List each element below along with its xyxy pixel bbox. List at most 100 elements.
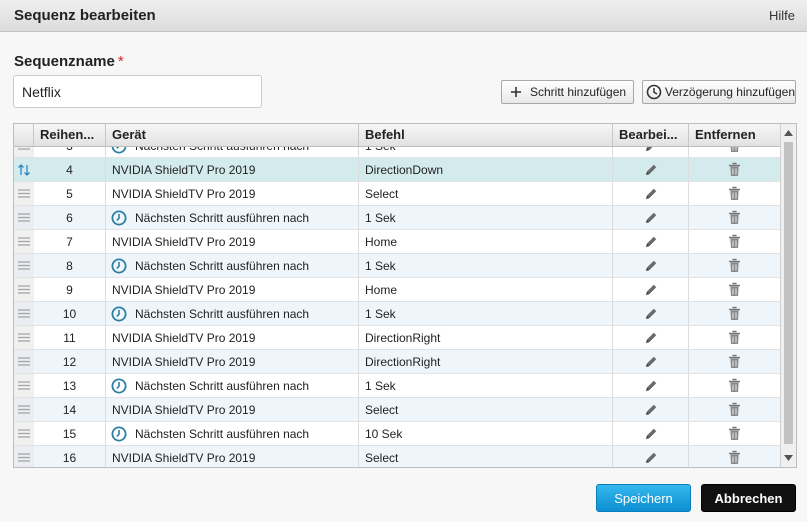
row-device: NVIDIA ShieldTV Pro 2019 xyxy=(106,350,359,373)
trash-icon[interactable] xyxy=(689,206,780,229)
column-header-command[interactable]: Befehl xyxy=(359,124,613,146)
edit-icon[interactable] xyxy=(613,182,689,205)
clock-icon xyxy=(111,426,127,442)
row-device: NVIDIA ShieldTV Pro 2019 xyxy=(106,326,359,349)
table-row[interactable]: 10 Nächsten Schritt ausführen nach 1 Sek xyxy=(14,302,780,326)
clock-icon xyxy=(111,378,127,394)
table-row[interactable]: 7 NVIDIA ShieldTV Pro 2019 Home xyxy=(14,230,780,254)
row-order: 15 xyxy=(34,422,106,445)
drag-handle-icon[interactable] xyxy=(14,302,34,325)
edit-icon[interactable] xyxy=(613,374,689,397)
sequence-name-input[interactable] xyxy=(13,75,262,108)
drag-handle-icon[interactable] xyxy=(14,230,34,253)
edit-icon[interactable] xyxy=(613,446,689,467)
row-device-text: NVIDIA ShieldTV Pro 2019 xyxy=(112,282,256,297)
row-device: NVIDIA ShieldTV Pro 2019 xyxy=(106,278,359,301)
column-header-edit[interactable]: Bearbei... xyxy=(613,124,689,146)
row-command: Home xyxy=(359,230,613,253)
row-device: Nächsten Schritt ausführen nach xyxy=(106,302,359,325)
clock-icon xyxy=(111,147,127,154)
grid-header: Reihen... Gerät Befehl Bearbei... Entfer… xyxy=(14,124,780,147)
table-row[interactable]: 8 Nächsten Schritt ausführen nach 1 Sek xyxy=(14,254,780,278)
trash-icon[interactable] xyxy=(689,446,780,467)
drag-handle-icon[interactable] xyxy=(14,326,34,349)
trash-icon[interactable] xyxy=(689,158,780,181)
row-device-text: Nächsten Schritt ausführen nach xyxy=(135,258,310,273)
drag-handle-icon[interactable] xyxy=(14,374,34,397)
clock-icon xyxy=(111,258,127,274)
row-command: Select xyxy=(359,398,613,421)
edit-icon[interactable] xyxy=(613,254,689,277)
table-row[interactable]: 13 Nächsten Schritt ausführen nach 1 Sek xyxy=(14,374,780,398)
column-header-remove[interactable]: Entfernen xyxy=(689,124,780,146)
table-row[interactable]: 11 NVIDIA ShieldTV Pro 2019 DirectionRight xyxy=(14,326,780,350)
edit-icon[interactable] xyxy=(613,350,689,373)
row-device: NVIDIA ShieldTV Pro 2019 xyxy=(106,398,359,421)
table-row[interactable]: 5 NVIDIA ShieldTV Pro 2019 Select xyxy=(14,182,780,206)
drag-handle-icon[interactable] xyxy=(14,254,34,277)
column-header-order[interactable]: Reihen... xyxy=(34,124,106,146)
edit-icon[interactable] xyxy=(613,147,689,157)
row-command: 1 Sek xyxy=(359,206,613,229)
trash-icon[interactable] xyxy=(689,326,780,349)
drag-handle-icon[interactable] xyxy=(14,182,34,205)
grid-body: 3 Nächsten Schritt ausführen nach 1 Sek 4 NV… xyxy=(14,147,780,467)
trash-icon[interactable] xyxy=(689,278,780,301)
vertical-scrollbar[interactable] xyxy=(780,124,796,467)
trash-icon[interactable] xyxy=(689,398,780,421)
move-arrows-icon[interactable] xyxy=(14,158,34,181)
edit-icon[interactable] xyxy=(613,158,689,181)
scrollbar-thumb[interactable] xyxy=(784,142,793,444)
add-step-label: Schritt hinzufügen xyxy=(530,85,627,99)
trash-icon[interactable] xyxy=(689,350,780,373)
add-step-button[interactable]: Schritt hinzufügen xyxy=(501,80,634,104)
drag-handle-icon[interactable] xyxy=(14,422,34,445)
edit-icon[interactable] xyxy=(613,302,689,325)
drag-column-header xyxy=(14,124,34,146)
save-button[interactable]: Speichern xyxy=(596,484,691,512)
edit-icon[interactable] xyxy=(613,206,689,229)
drag-handle-icon[interactable] xyxy=(14,446,34,467)
table-row[interactable]: 15 Nächsten Schritt ausführen nach 10 Sek xyxy=(14,422,780,446)
row-device-text: Nächsten Schritt ausführen nach xyxy=(135,378,310,393)
trash-icon[interactable] xyxy=(689,230,780,253)
table-row[interactable]: 16 NVIDIA ShieldTV Pro 2019 Select xyxy=(14,446,780,467)
row-device-text: NVIDIA ShieldTV Pro 2019 xyxy=(112,186,256,201)
row-command: 1 Sek xyxy=(359,374,613,397)
table-row[interactable]: 6 Nächsten Schritt ausführen nach 1 Sek xyxy=(14,206,780,230)
row-device-text: NVIDIA ShieldTV Pro 2019 xyxy=(112,234,256,249)
drag-handle-icon[interactable] xyxy=(14,278,34,301)
trash-icon[interactable] xyxy=(689,422,780,445)
drag-handle-icon[interactable] xyxy=(14,206,34,229)
help-link[interactable]: Hilfe xyxy=(769,8,795,23)
table-row[interactable]: 12 NVIDIA ShieldTV Pro 2019 DirectionRight xyxy=(14,350,780,374)
row-device-text: Nächsten Schritt ausführen nach xyxy=(135,426,310,441)
table-row[interactable]: 3 Nächsten Schritt ausführen nach 1 Sek xyxy=(14,147,780,158)
drag-handle-icon[interactable] xyxy=(14,350,34,373)
row-device: NVIDIA ShieldTV Pro 2019 xyxy=(106,182,359,205)
row-device-text: Nächsten Schritt ausführen nach xyxy=(135,306,310,321)
edit-icon[interactable] xyxy=(613,230,689,253)
drag-handle-icon[interactable] xyxy=(14,398,34,421)
scroll-down-arrow-icon[interactable] xyxy=(783,452,794,464)
trash-icon[interactable] xyxy=(689,182,780,205)
trash-icon[interactable] xyxy=(689,302,780,325)
trash-icon[interactable] xyxy=(689,254,780,277)
scroll-up-arrow-icon[interactable] xyxy=(783,127,794,139)
add-delay-button[interactable]: Verzögerung hinzufügen xyxy=(642,80,796,104)
edit-icon[interactable] xyxy=(613,278,689,301)
column-header-device[interactable]: Gerät xyxy=(106,124,359,146)
cancel-button[interactable]: Abbrechen xyxy=(701,484,796,512)
table-row[interactable]: 14 NVIDIA ShieldTV Pro 2019 Select xyxy=(14,398,780,422)
clock-icon xyxy=(111,210,127,226)
trash-icon[interactable] xyxy=(689,147,780,157)
table-row[interactable]: 4 NVIDIA ShieldTV Pro 2019 DirectionDown xyxy=(14,158,780,182)
edit-icon[interactable] xyxy=(613,398,689,421)
row-command: 1 Sek xyxy=(359,147,613,157)
table-row[interactable]: 9 NVIDIA ShieldTV Pro 2019 Home xyxy=(14,278,780,302)
trash-icon[interactable] xyxy=(689,374,780,397)
row-order: 8 xyxy=(34,254,106,277)
edit-icon[interactable] xyxy=(613,422,689,445)
drag-handle-icon[interactable] xyxy=(14,147,34,157)
edit-icon[interactable] xyxy=(613,326,689,349)
